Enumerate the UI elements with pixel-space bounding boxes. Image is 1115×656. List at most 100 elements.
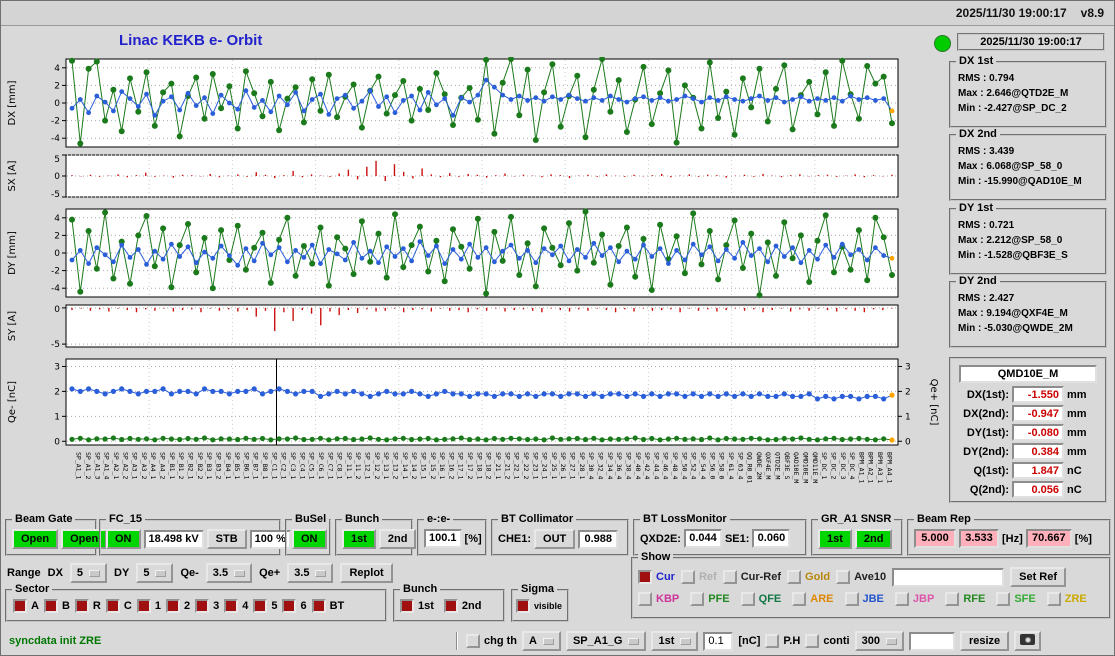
checkbox-rfe[interactable]: RFE [945, 592, 985, 606]
svg-text:SP_28_1: SP_28_1 [578, 452, 586, 479]
2nd-button[interactable]: 2nd [854, 529, 893, 549]
label-dx: DX [47, 567, 63, 579]
monitor-row-unit: mm [1067, 388, 1087, 401]
svg-text:2: 2 [54, 387, 60, 397]
out-button[interactable]: OUT [534, 529, 576, 549]
svg-text:SP_A1_1: SP_A1_1 [75, 452, 83, 479]
set-ref-button[interactable]: Set Ref [1010, 567, 1067, 587]
replot-button[interactable]: Replot [340, 563, 393, 583]
checkbox-6[interactable]: 6 [282, 599, 307, 613]
dropdown-3-5[interactable]: 3.5 [205, 563, 253, 583]
checkbox-3[interactable]: 3 [195, 599, 219, 613]
plot-sy[interactable]: 0 -5 SY [A] [1, 303, 941, 349]
dropdown-300[interactable]: 300 [854, 631, 904, 651]
svg-text:SP_40_4: SP_40_4 [634, 452, 642, 479]
checkbox-c[interactable]: C [105, 599, 132, 613]
svg-text:SP_C6_1: SP_C6_1 [317, 452, 325, 479]
dropdown-1st[interactable]: 1st [651, 631, 699, 651]
checkbox-pfe[interactable]: PFE [690, 592, 730, 606]
dropdown-indicator-icon [885, 637, 897, 645]
monitor-name[interactable]: QMD10E_M [959, 365, 1097, 383]
plot-sx[interactable]: 5 0 -5 SX [A] [1, 153, 941, 199]
svg-text:4: 4 [54, 214, 60, 224]
dropdown-a[interactable]: A [522, 631, 561, 651]
svg-text:QWDE_2M: QWDE_2M [755, 452, 763, 479]
checkbox-4[interactable]: 4 [224, 599, 248, 613]
open-button[interactable]: Open [12, 529, 59, 549]
checkbox-2nd[interactable]: 2nd [443, 599, 481, 613]
2nd-button[interactable]: 2nd [378, 529, 417, 549]
plot-dx[interactable]: 4 2 0 -2 -4 DX [mm] [1, 57, 941, 149]
on-button[interactable]: ON [106, 529, 141, 549]
checkbox-visible[interactable]: visible [516, 599, 562, 613]
dropdown-5[interactable]: 5 [136, 563, 174, 583]
checkbox-chg-th[interactable]: chg th [466, 634, 517, 648]
stb-button[interactable]: STB [206, 529, 247, 549]
frame-title: GR_A1 SNSR [818, 513, 895, 526]
checkbox-label: C [123, 600, 132, 612]
checkbox-b[interactable]: B [43, 599, 70, 613]
checkbox-r[interactable]: R [74, 599, 101, 613]
checkbox-box-icon [136, 599, 151, 613]
value-5-000: 5.000 [914, 529, 956, 548]
dropdown-value: 3.5 [212, 567, 229, 579]
show-row-1: Cur Ref Cur-Ref Gold Ave10 Set Ref [633, 567, 1109, 587]
checkbox-cur-ref[interactable]: Cur-Ref [722, 570, 781, 584]
checkbox-label: 6 [300, 600, 307, 612]
svg-text:3: 3 [905, 362, 911, 372]
1st-button[interactable]: 1st [818, 529, 852, 549]
plot-qe[interactable]: 3 2 1 0 3 2 1 0 Qe- [nC] Qe+ [nC] [1, 357, 941, 447]
checkbox-conti[interactable]: conti [805, 634, 850, 648]
frame-title: Sigma [518, 583, 558, 596]
checkbox-cur[interactable]: Cur [638, 570, 675, 584]
checkbox-ave10[interactable]: Ave10 [836, 570, 886, 584]
checkbox-are[interactable]: ARE [792, 592, 834, 606]
svg-text:QMD10E_M: QMD10E_M [802, 452, 810, 483]
svg-text:SP_22_2: SP_22_2 [522, 452, 530, 479]
checkbox-gold[interactable]: Gold [787, 570, 830, 584]
dropdown-5[interactable]: 5 [69, 563, 108, 583]
checkbox-1st[interactable]: 1st [400, 599, 434, 613]
checkbox-label: P.H [783, 635, 801, 647]
checkbox-qfe[interactable]: QFE [740, 592, 781, 606]
frame-e-e: e-:e- 100.1 [%] [417, 513, 487, 556]
text-entry[interactable] [908, 631, 955, 651]
checkbox-box-icon [443, 599, 458, 613]
plot-x-axis-labels: SP_A1_1 SP_A1_2 SP_A1_3 SP_A1_4 SP_A2_1 SP_A2… [75, 452, 894, 483]
page-title: Linac KEKB e- Orbit [119, 32, 263, 49]
checkbox-ref[interactable]: Ref [680, 570, 717, 584]
dropdown-indicator-icon [89, 569, 101, 577]
dropdown-3-5[interactable]: 3.5 [287, 563, 334, 583]
timestamp-box: 2025/11/30 19:00:17 [957, 33, 1105, 51]
checkbox-kbp[interactable]: KBP [638, 592, 679, 606]
dropdown-value: 300 [861, 635, 880, 647]
checkbox-jbe[interactable]: JBE [844, 592, 884, 606]
checkbox-label: JBP [912, 593, 935, 605]
control-frames-row: Beam Gate Open Open FC_15 ON 18.498 kV STB 100 … [1, 513, 1114, 559]
svg-text:SP_DC_3: SP_DC_3 [839, 452, 847, 479]
text-entry[interactable] [892, 567, 1005, 587]
1st-button[interactable]: 1st [342, 529, 376, 549]
checkbox-a[interactable]: A [13, 599, 39, 613]
checkbox-p-h[interactable]: P.H [765, 634, 800, 648]
checkbox-label: 1st [418, 600, 434, 612]
dropdown-sp-a1-g[interactable]: SP_A1_G [565, 631, 647, 651]
frame-title: BT Collimator [498, 513, 577, 526]
stat-line: RMS : 0.794 [958, 73, 1015, 84]
resize-button[interactable]: resize [959, 631, 1010, 651]
camera-button[interactable] [1014, 631, 1042, 651]
checkbox-2[interactable]: 2 [165, 599, 190, 613]
checkbox-5[interactable]: 5 [253, 599, 277, 613]
value-0-060: 0.060 [752, 529, 791, 548]
checkbox-box-icon [996, 592, 1011, 606]
text-entry[interactable] [703, 631, 734, 651]
checkbox-bt[interactable]: BT [311, 599, 344, 613]
checkbox-sfe[interactable]: SFE [996, 592, 1036, 606]
checkbox-jbp[interactable]: JBP [894, 592, 935, 606]
svg-text:SP_15_1: SP_15_1 [419, 452, 427, 479]
on-button[interactable]: ON [292, 529, 327, 549]
checkbox-zre[interactable]: ZRE [1046, 592, 1087, 606]
plot-dy[interactable]: 4 2 0 -2 -4 DY [mm] [1, 207, 941, 299]
checkbox-1[interactable]: 1 [136, 599, 161, 613]
monitor-row-value: 0.056 [1012, 481, 1064, 498]
